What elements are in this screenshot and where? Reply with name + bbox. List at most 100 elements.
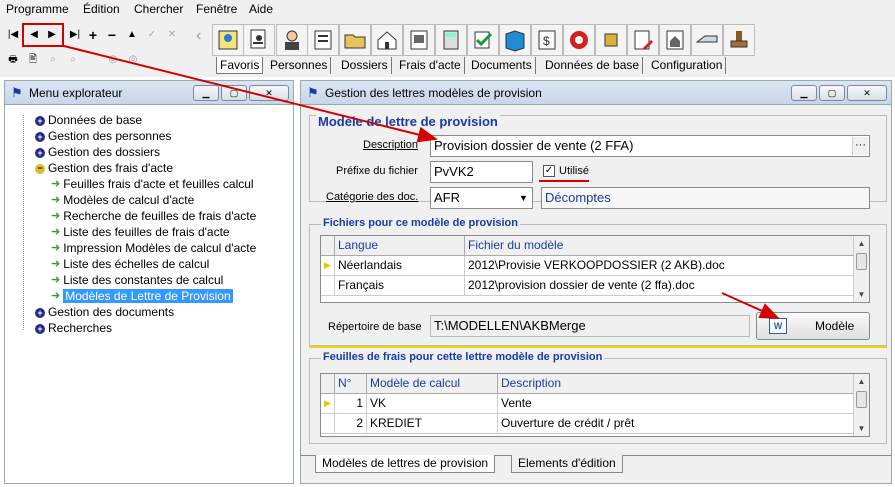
- hand-doc-icon[interactable]: [691, 24, 723, 56]
- table-cell[interactable]: Ouverture de crédit / prêt: [498, 414, 855, 434]
- column-header-no[interactable]: N°: [335, 374, 367, 394]
- menu-aide[interactable]: Aide: [249, 2, 273, 16]
- scroll-up-icon[interactable]: ▲: [854, 236, 869, 251]
- sync-icon[interactable]: ◎: [124, 51, 142, 69]
- column-header-fichier[interactable]: Fichier du modèle: [465, 236, 855, 256]
- close-button[interactable]: ✕: [847, 85, 887, 101]
- check-icon[interactable]: ✓: [143, 26, 161, 44]
- tab-favoris[interactable]: Favoris: [216, 57, 264, 74]
- house-doc-icon[interactable]: [659, 24, 691, 56]
- cancel-icon[interactable]: ✕: [163, 26, 181, 44]
- lifebuoy-icon[interactable]: [563, 24, 595, 56]
- chip-icon[interactable]: [595, 24, 627, 56]
- check-doc-icon[interactable]: [467, 24, 499, 56]
- search-next-icon[interactable]: ⌕: [64, 51, 82, 69]
- maximize-button[interactable]: ▢: [819, 85, 845, 101]
- column-header-description[interactable]: Description: [498, 374, 855, 394]
- scroll-left-icon[interactable]: ‹: [196, 27, 201, 45]
- tree-leaf-modeles-lettre-provision[interactable]: ➜ Modèles de Lettre de Provision: [51, 289, 233, 305]
- pencil-doc-icon[interactable]: [627, 24, 659, 56]
- column-header-langue[interactable]: Langue: [335, 236, 465, 256]
- menu-fenetre[interactable]: Fenêtre: [196, 2, 237, 16]
- book-icon[interactable]: [499, 24, 531, 56]
- tree-leaf-feuilles-frais[interactable]: ➜ Feuilles frais d'acte et feuilles calcu…: [51, 177, 254, 193]
- description-ellipsis-button[interactable]: ···: [852, 137, 868, 155]
- calc-doc-icon[interactable]: [403, 24, 435, 56]
- search-icon[interactable]: ⌕: [44, 51, 62, 69]
- prev-record-icon[interactable]: ◀: [25, 26, 43, 44]
- last-record-icon[interactable]: ▶|: [66, 26, 84, 44]
- table-cell[interactable]: 2012\Provisie VERKOOPDOSSIER (2 AKB).doc: [465, 256, 855, 276]
- table-cell[interactable]: Vente: [498, 394, 855, 414]
- add-record-icon[interactable]: +: [84, 26, 102, 44]
- print-preview-icon[interactable]: 🖹: [24, 51, 42, 69]
- remove-record-icon[interactable]: −: [103, 26, 121, 44]
- close-button[interactable]: ✕: [249, 85, 289, 101]
- table-cell[interactable]: VK: [367, 394, 498, 414]
- tree-node-gestion-frais-acte[interactable]: − Gestion des frais d'acte: [35, 161, 173, 177]
- model-button[interactable]: W Modèle: [756, 312, 870, 340]
- tab-dossiers[interactable]: Dossiers: [338, 57, 392, 74]
- category-description: Décomptes: [541, 187, 870, 209]
- files-scrollbar[interactable]: ▲ ▼: [853, 236, 869, 302]
- money-doc-icon[interactable]: $: [531, 24, 563, 56]
- table-cell[interactable]: 2012\provision dossier de vente (2 ffa).…: [465, 276, 855, 296]
- expand-icon: +: [35, 131, 45, 142]
- tree-leaf-liste-feuilles[interactable]: ➜ Liste des feuilles de frais d'acte: [51, 225, 230, 241]
- file-doc-icon[interactable]: [307, 24, 339, 56]
- up-icon[interactable]: ▲: [123, 26, 141, 44]
- tree-leaf-liste-echelles[interactable]: ➜ Liste des échelles de calcul: [51, 257, 209, 273]
- folder-icon[interactable]: [339, 24, 371, 56]
- maximize-button[interactable]: ▢: [221, 85, 247, 101]
- scroll-thumb[interactable]: [856, 253, 867, 270]
- minimize-button[interactable]: ▁: [791, 85, 817, 101]
- tab-documents[interactable]: Documents: [468, 57, 536, 74]
- tab-personnes[interactable]: Personnes: [267, 57, 332, 74]
- sheets-scrollbar[interactable]: ▲ ▼: [853, 374, 869, 436]
- column-header-modele-calcul[interactable]: Modèle de calcul: [367, 374, 498, 394]
- chevron-down-icon[interactable]: ▼: [516, 189, 531, 207]
- menu-chercher[interactable]: Chercher: [134, 2, 183, 16]
- tree-leaf-recherche-feuilles[interactable]: ➜ Recherche de feuilles de frais d'acte: [51, 209, 256, 225]
- tree-node-gestion-dossiers[interactable]: + Gestion des dossiers: [35, 145, 160, 161]
- tab-modeles-lettres[interactable]: Modèles de lettres de provision: [315, 455, 496, 473]
- report-icon[interactable]: [243, 24, 275, 56]
- tab-donnees-de-base[interactable]: Données de base: [542, 57, 644, 74]
- scroll-down-icon[interactable]: ▼: [854, 421, 869, 436]
- tab-frais-acte[interactable]: Frais d'acte: [396, 57, 465, 74]
- home-icon[interactable]: [371, 24, 403, 56]
- green-arrow-icon: ➜: [51, 210, 61, 223]
- table-cell[interactable]: KREDIET: [367, 414, 498, 434]
- tree-node-gestion-documents[interactable]: + Gestion des documents: [35, 305, 174, 321]
- stamp-icon[interactable]: [723, 24, 755, 56]
- tree-leaf-liste-constantes[interactable]: ➜ Liste des constantes de calcul: [51, 273, 223, 289]
- tab-configuration[interactable]: Configuration: [648, 57, 727, 74]
- scroll-thumb[interactable]: [856, 391, 867, 408]
- tree-leaf-modeles-calcul[interactable]: ➜ Modèles de calcul d'acte: [51, 193, 194, 209]
- prefix-input[interactable]: PvVK2: [430, 161, 533, 183]
- minimize-button[interactable]: ▁: [193, 85, 219, 101]
- menu-edition[interactable]: Édition: [83, 2, 120, 16]
- print-icon[interactable]: 🖶: [4, 51, 22, 69]
- first-record-icon[interactable]: |◀: [4, 26, 22, 44]
- tab-elements-edition[interactable]: Elements d'édition: [511, 455, 623, 473]
- table-cell[interactable]: Français: [335, 276, 465, 296]
- used-checkbox[interactable]: ✓: [543, 165, 555, 177]
- description-input[interactable]: Provision dossier de vente (2 FFA): [430, 135, 870, 157]
- refresh-icon[interactable]: ◎: [104, 51, 122, 69]
- tree-leaf-impression-modeles[interactable]: ➜ Impression Modèles de calcul d'acte: [51, 241, 256, 257]
- next-record-icon[interactable]: ▶: [43, 26, 61, 44]
- person-icon[interactable]: [276, 24, 308, 56]
- calculator-icon[interactable]: [435, 24, 467, 56]
- table-cell[interactable]: 2: [335, 414, 367, 434]
- tree-node-donnees-de-base[interactable]: + Données de base: [35, 113, 142, 129]
- prefix-label: Préfixe du fichier: [336, 165, 418, 177]
- menu-programme[interactable]: Programme: [6, 2, 69, 16]
- table-cell[interactable]: Néerlandais: [335, 256, 465, 276]
- scroll-up-icon[interactable]: ▲: [854, 374, 869, 389]
- tree-node-recherches[interactable]: + Recherches: [35, 321, 112, 337]
- tree-node-gestion-personnes[interactable]: + Gestion des personnes: [35, 129, 171, 145]
- settings-people-icon[interactable]: [212, 24, 244, 56]
- scroll-down-icon[interactable]: ▼: [854, 287, 869, 302]
- table-cell[interactable]: 1: [335, 394, 367, 414]
